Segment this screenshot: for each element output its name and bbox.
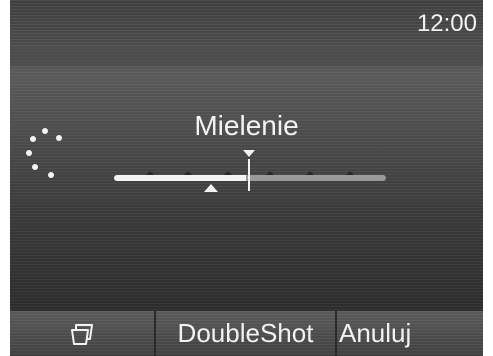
gauge-cursor xyxy=(248,159,250,191)
gauge-tick xyxy=(306,171,314,175)
gauge-tick xyxy=(266,171,274,175)
target-marker-icon xyxy=(243,150,255,157)
display-screen: 12:00 Mielenie DoubleShot Anuluj xyxy=(10,0,483,356)
page-title: Mielenie xyxy=(194,110,299,141)
header-band xyxy=(10,46,483,66)
gauge-tick xyxy=(184,171,192,175)
grind-gauge xyxy=(10,146,483,196)
current-level-marker-icon xyxy=(204,184,218,192)
cancel-button[interactable]: Anuluj xyxy=(337,311,483,356)
status-bar: 12:00 xyxy=(10,0,483,46)
gauge-fill xyxy=(114,175,246,181)
cup-button[interactable] xyxy=(10,311,156,356)
gauge-track xyxy=(246,175,386,181)
softkey-bar: DoubleShot Anuluj xyxy=(10,311,483,356)
clock: 12:00 xyxy=(416,10,477,37)
spinner-dot xyxy=(30,136,36,142)
gauge-tick xyxy=(346,171,354,175)
doubleshot-button[interactable]: DoubleShot xyxy=(156,311,337,356)
spinner-dot xyxy=(56,135,62,141)
spinner-dot xyxy=(42,128,48,134)
gauge-tick xyxy=(224,171,232,175)
cup-icon xyxy=(71,323,93,345)
gauge-tick xyxy=(146,171,154,175)
